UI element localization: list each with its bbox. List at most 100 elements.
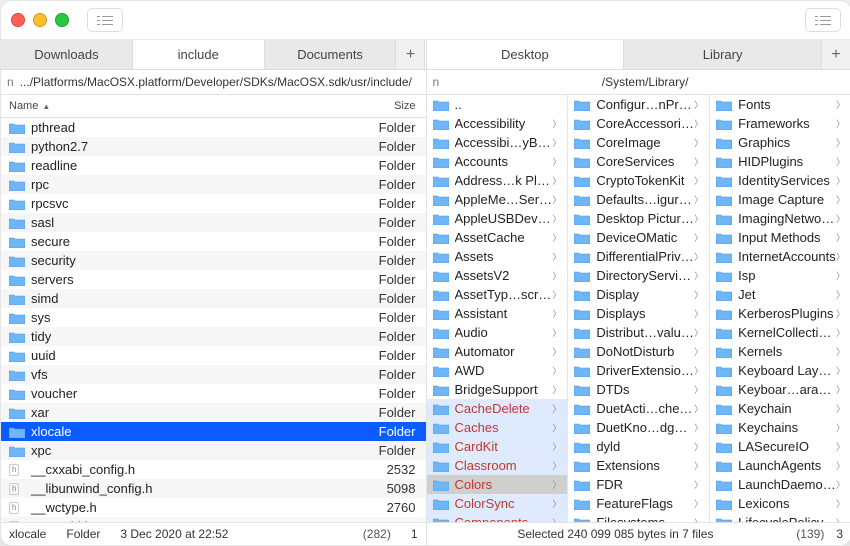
column-item[interactable]: CacheDelete〉 [427, 399, 568, 418]
column-item[interactable]: CoreAccessories〉 [568, 114, 709, 133]
list-row[interactable]: h__wctype.h2760 [1, 498, 426, 517]
zoom-window-button[interactable] [55, 13, 69, 27]
column-item[interactable]: Assistant〉 [427, 304, 568, 323]
column-item[interactable]: CoreServices〉 [568, 152, 709, 171]
column-item[interactable]: Extensions〉 [568, 456, 709, 475]
column-item[interactable]: Audio〉 [427, 323, 568, 342]
column-item[interactable]: Displays〉 [568, 304, 709, 323]
column-item[interactable]: CoreImage〉 [568, 133, 709, 152]
column-item[interactable]: Accessibi…yBundles〉 [427, 133, 568, 152]
column-item[interactable]: .. [427, 95, 568, 114]
right-columns[interactable]: ..Accessibility〉Accessibi…yBundles〉Accou… [427, 95, 850, 522]
column-item[interactable]: AssetCache〉 [427, 228, 568, 247]
column-item[interactable]: Defaults…igurations〉 [568, 190, 709, 209]
left-list[interactable]: pthreadFolderpython2.7FolderreadlineFold… [1, 118, 426, 522]
add-tab-button[interactable]: + [396, 40, 425, 69]
column-1[interactable]: Configur…nProfiles〉CoreAccessories〉CoreI… [568, 95, 710, 522]
column-item[interactable]: Address…k Plug-Ins〉 [427, 171, 568, 190]
tab-documents[interactable]: Documents [265, 40, 397, 69]
pathbar-right[interactable]: n /System/Library/ [426, 70, 850, 94]
column-item[interactable]: CryptoTokenKit〉 [568, 171, 709, 190]
column-item[interactable]: Keychain〉 [710, 399, 850, 418]
add-tab-button[interactable]: + [822, 40, 850, 69]
column-item[interactable]: Colors〉 [427, 475, 568, 494]
column-item[interactable]: Display〉 [568, 285, 709, 304]
tab-library[interactable]: Library [624, 40, 822, 69]
list-row[interactable]: simdFolder [1, 289, 426, 308]
column-item[interactable]: FDR〉 [568, 475, 709, 494]
column-item[interactable]: LaunchDaemons〉 [710, 475, 850, 494]
list-row[interactable]: voucherFolder [1, 384, 426, 403]
column-item[interactable]: CardKit〉 [427, 437, 568, 456]
column-item[interactable]: Accounts〉 [427, 152, 568, 171]
list-row[interactable]: vfsFolder [1, 365, 426, 384]
list-row[interactable]: secureFolder [1, 232, 426, 251]
list-row[interactable]: uuidFolder [1, 346, 426, 365]
column-item[interactable]: ImagingNetworks〉 [710, 209, 850, 228]
close-window-button[interactable] [11, 13, 25, 27]
header-name[interactable]: Name▲ [1, 100, 346, 112]
column-item[interactable]: DriverExtensions〉 [568, 361, 709, 380]
list-row[interactable]: tidyFolder [1, 327, 426, 346]
column-item[interactable]: Image Capture〉 [710, 190, 850, 209]
column-item[interactable]: AppleMe…Services〉 [427, 190, 568, 209]
column-item[interactable]: LASecureIO〉 [710, 437, 850, 456]
column-item[interactable]: AWD〉 [427, 361, 568, 380]
column-item[interactable]: Jet〉 [710, 285, 850, 304]
column-item[interactable]: Caches〉 [427, 418, 568, 437]
list-row[interactable]: readlineFolder [1, 156, 426, 175]
column-item[interactable]: IdentityServices〉 [710, 171, 850, 190]
column-item[interactable]: Keyboar…arameters〉 [710, 380, 850, 399]
column-item[interactable]: DoNotDisturb〉 [568, 342, 709, 361]
column-item[interactable]: Filesystems〉 [568, 513, 709, 522]
column-item[interactable]: Graphics〉 [710, 133, 850, 152]
list-row[interactable]: python2.7Folder [1, 137, 426, 156]
column-item[interactable]: InternetAccounts〉 [710, 247, 850, 266]
column-item[interactable]: FeatureFlags〉 [568, 494, 709, 513]
column-item[interactable]: Components〉 [427, 513, 568, 522]
list-row[interactable]: xarFolder [1, 403, 426, 422]
list-row[interactable]: sysFolder [1, 308, 426, 327]
column-item[interactable]: DuetActi…cheduler〉 [568, 399, 709, 418]
column-0[interactable]: ..Accessibility〉Accessibi…yBundles〉Accou… [427, 95, 569, 522]
column-item[interactable]: KerberosPlugins〉 [710, 304, 850, 323]
column-item[interactable]: ColorSync〉 [427, 494, 568, 513]
column-item[interactable]: DTDs〉 [568, 380, 709, 399]
column-item[interactable]: Input Methods〉 [710, 228, 850, 247]
column-item[interactable]: Classroom〉 [427, 456, 568, 475]
column-item[interactable]: DirectoryServices〉 [568, 266, 709, 285]
header-size[interactable]: Size [346, 100, 426, 112]
column-item[interactable]: LifecyclePolicy〉 [710, 513, 850, 522]
column-item[interactable]: Lexicons〉 [710, 494, 850, 513]
tab-downloads[interactable]: Downloads [1, 40, 133, 69]
toolbar-view-button-right[interactable] [805, 8, 841, 32]
column-item[interactable]: Kernels〉 [710, 342, 850, 361]
column-item[interactable]: AppleUSBDevice〉 [427, 209, 568, 228]
column-item[interactable]: DuetKno…dgeBase〉 [568, 418, 709, 437]
column-item[interactable]: LaunchAgents〉 [710, 456, 850, 475]
column-item[interactable]: HIDPlugins〉 [710, 152, 850, 171]
column-item[interactable]: Accessibility〉 [427, 114, 568, 133]
column-item[interactable]: AssetTyp…scriptors〉 [427, 285, 568, 304]
pathbar-left[interactable]: n .../Platforms/MacOSX.platform/Develope… [1, 70, 426, 94]
column-item[interactable]: DeviceOMatic〉 [568, 228, 709, 247]
column-item[interactable]: DifferentialPrivacy〉 [568, 247, 709, 266]
column-item[interactable]: Fonts〉 [710, 95, 850, 114]
column-item[interactable]: AssetsV2〉 [427, 266, 568, 285]
list-row[interactable]: rpcsvcFolder [1, 194, 426, 213]
toolbar-view-button-left[interactable] [87, 8, 123, 32]
column-item[interactable]: Isp〉 [710, 266, 850, 285]
list-row[interactable]: rpcFolder [1, 175, 426, 194]
list-row[interactable]: saslFolder [1, 213, 426, 232]
column-item[interactable]: KernelCollections〉 [710, 323, 850, 342]
minimize-window-button[interactable] [33, 13, 47, 27]
list-row[interactable]: h__cxxabi_config.h2532 [1, 460, 426, 479]
column-item[interactable]: Assets〉 [427, 247, 568, 266]
list-row[interactable]: serversFolder [1, 270, 426, 289]
tab-include[interactable]: include [133, 40, 265, 69]
list-row[interactable]: pthreadFolder [1, 118, 426, 137]
column-item[interactable]: Configur…nProfiles〉 [568, 95, 709, 114]
list-row[interactable]: xpcFolder [1, 441, 426, 460]
column-item[interactable]: Automator〉 [427, 342, 568, 361]
column-2[interactable]: Fonts〉Frameworks〉Graphics〉HIDPlugins〉Ide… [710, 95, 850, 522]
